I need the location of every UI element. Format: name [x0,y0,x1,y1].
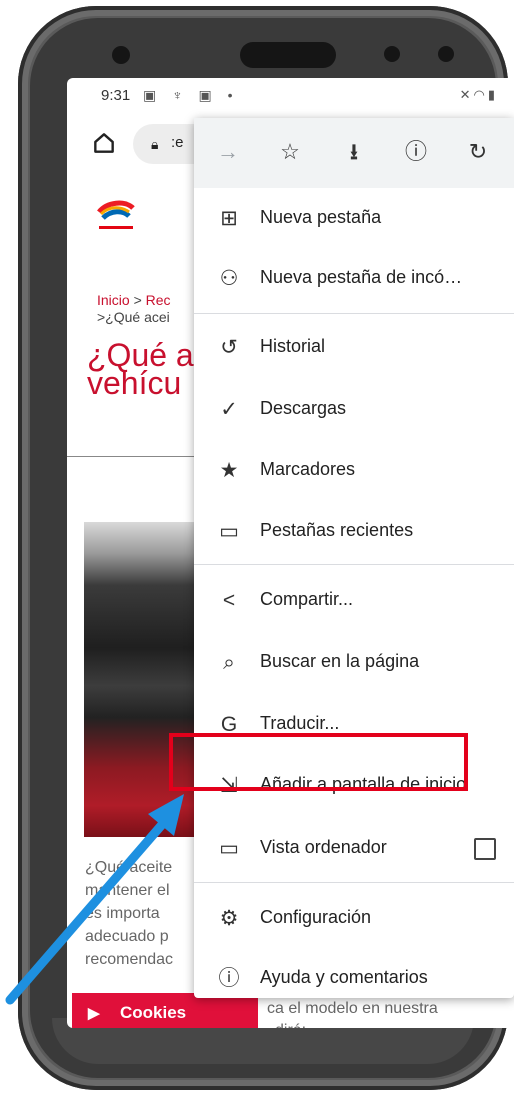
pointer-arrow [5,794,184,1005]
